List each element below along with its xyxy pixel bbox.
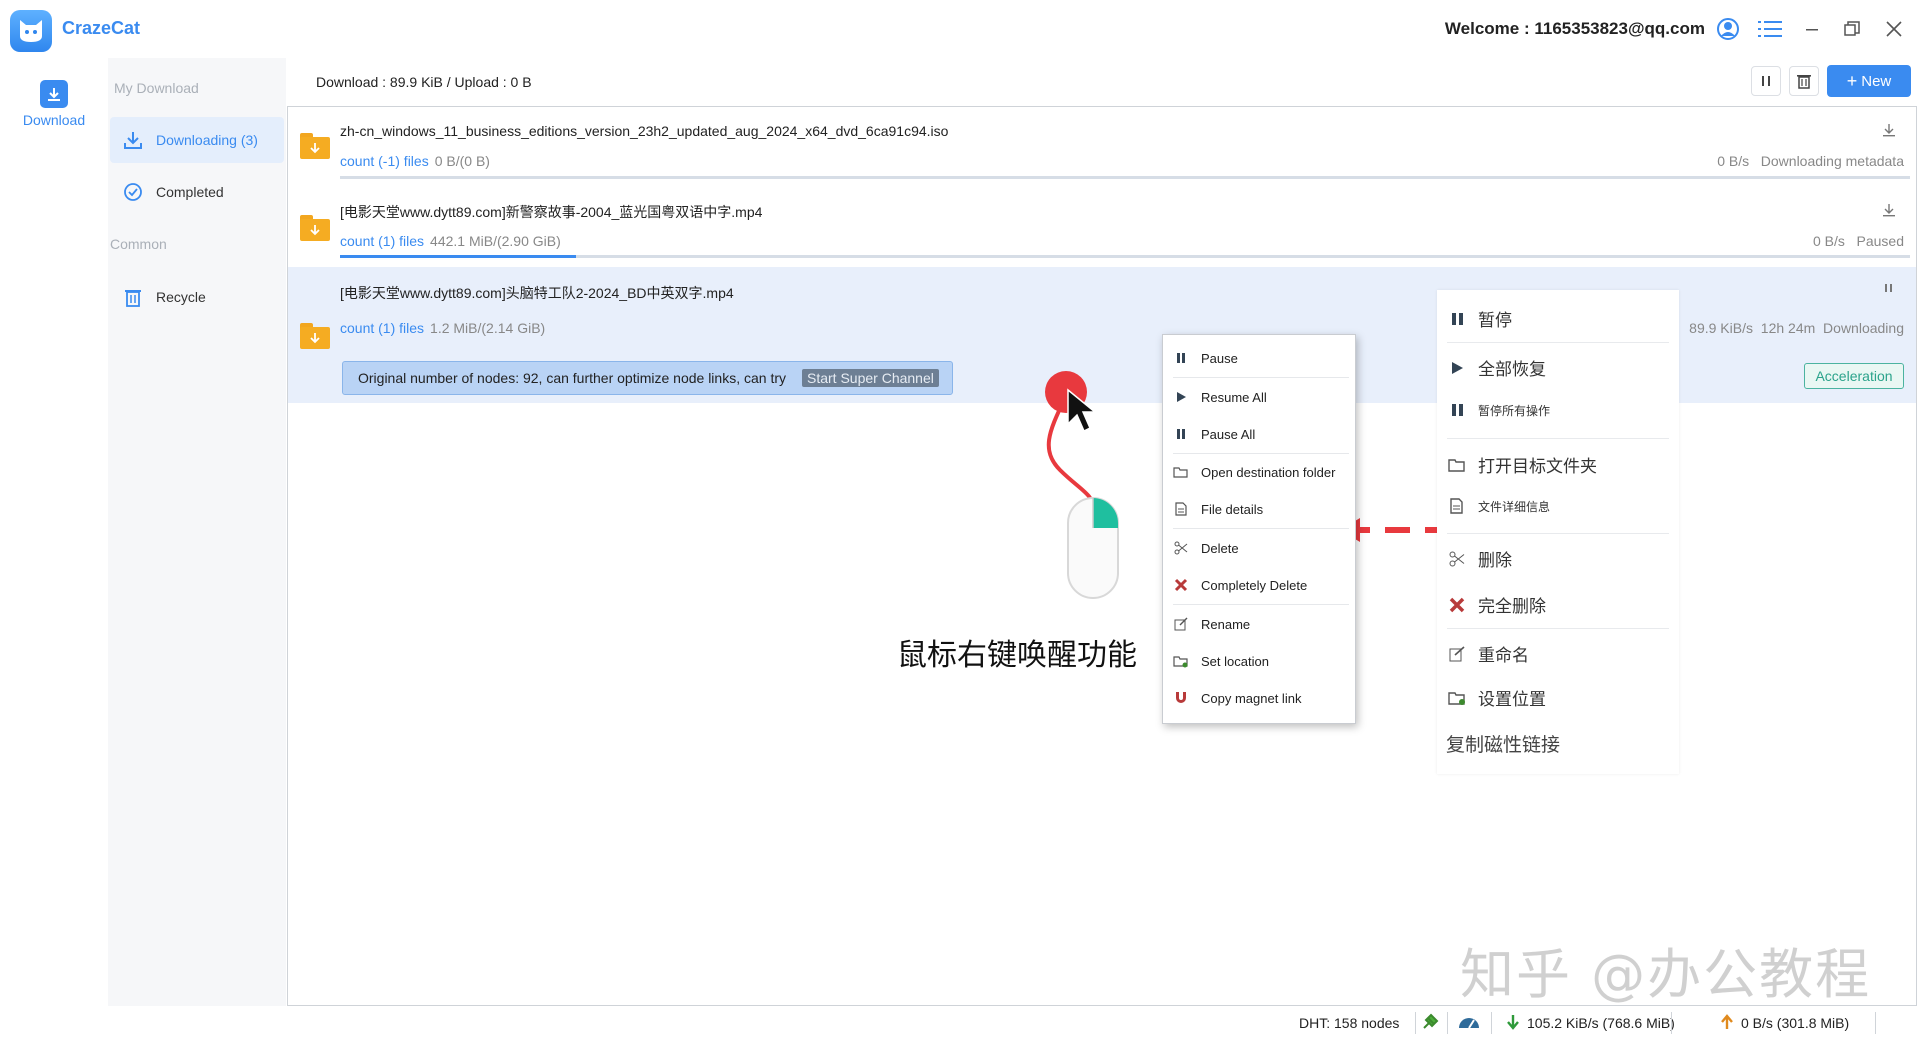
- scissors-icon: [1173, 540, 1189, 556]
- file-icon: [1447, 496, 1467, 516]
- magnet-icon: [1173, 690, 1189, 706]
- menu-item-resume-all[interactable]: Resume All: [1163, 382, 1355, 412]
- cn-menu-item-pause[interactable]: 暂停: [1447, 306, 1669, 331]
- cn-menu-item-pause-all[interactable]: 暂停所有操作: [1447, 400, 1669, 420]
- edit-icon: [1447, 644, 1467, 664]
- file-icon: [1173, 501, 1189, 517]
- red-x-icon: [1447, 595, 1467, 615]
- cn-menu-item-rename[interactable]: 重命名: [1447, 641, 1669, 666]
- folder-location-icon: [1447, 688, 1467, 708]
- folder-open-icon: [1173, 464, 1189, 480]
- edit-icon: [1173, 616, 1189, 632]
- menu-item-rename[interactable]: Rename: [1163, 609, 1355, 639]
- cn-menu-item-file-details[interactable]: 文件详细信息: [1447, 496, 1669, 516]
- scissors-icon: [1447, 549, 1467, 569]
- menu-item-pause-all[interactable]: Pause All: [1163, 419, 1355, 449]
- menu-item-copy-magnet-link[interactable]: Copy magnet link: [1163, 683, 1355, 713]
- menu-item-delete[interactable]: Delete: [1163, 533, 1355, 563]
- menu-item-completely-delete[interactable]: Completely Delete: [1163, 570, 1355, 600]
- cn-menu-item-set-location[interactable]: 设置位置: [1447, 685, 1669, 710]
- cn-context-menu: 暂停 全部恢复 暂停所有操作 打开目标文件夹 文件详细信息 删除 完全删除 重命…: [1437, 290, 1679, 774]
- folder-location-icon: [1173, 653, 1189, 669]
- arrow-left-icon: [1340, 518, 1450, 542]
- annotation-caption: 鼠标右键唤醒功能: [897, 638, 1137, 673]
- folder-open-icon: [1447, 455, 1467, 475]
- pause-icon: [1173, 350, 1189, 366]
- mouse-icon: [1067, 497, 1119, 599]
- context-menu: Pause Resume All Pause All Open destinat…: [1162, 334, 1356, 724]
- menu-item-pause[interactable]: Pause: [1163, 343, 1355, 373]
- cn-menu-item-delete[interactable]: 删除: [1447, 546, 1669, 571]
- menu-item-file-details[interactable]: File details: [1163, 494, 1355, 524]
- cn-menu-item-copy-magnet-link[interactable]: 复制磁性链接: [1446, 730, 1668, 757]
- cn-menu-item-open-destination-folder[interactable]: 打开目标文件夹: [1447, 452, 1669, 477]
- cn-menu-item-completely-delete[interactable]: 完全删除: [1447, 592, 1669, 617]
- watermark: 知乎 @办公教程: [1460, 943, 1872, 1006]
- pause-icon: [1447, 400, 1467, 420]
- play-icon: [1447, 358, 1467, 378]
- menu-item-open-destination-folder[interactable]: Open destination folder: [1163, 457, 1355, 487]
- play-icon: [1173, 389, 1189, 405]
- pause-icon: [1447, 309, 1467, 329]
- pause-icon: [1173, 426, 1189, 442]
- red-x-icon: [1173, 577, 1189, 593]
- cn-menu-item-resume-all[interactable]: 全部恢复: [1447, 355, 1669, 380]
- menu-item-set-location[interactable]: Set location: [1163, 646, 1355, 676]
